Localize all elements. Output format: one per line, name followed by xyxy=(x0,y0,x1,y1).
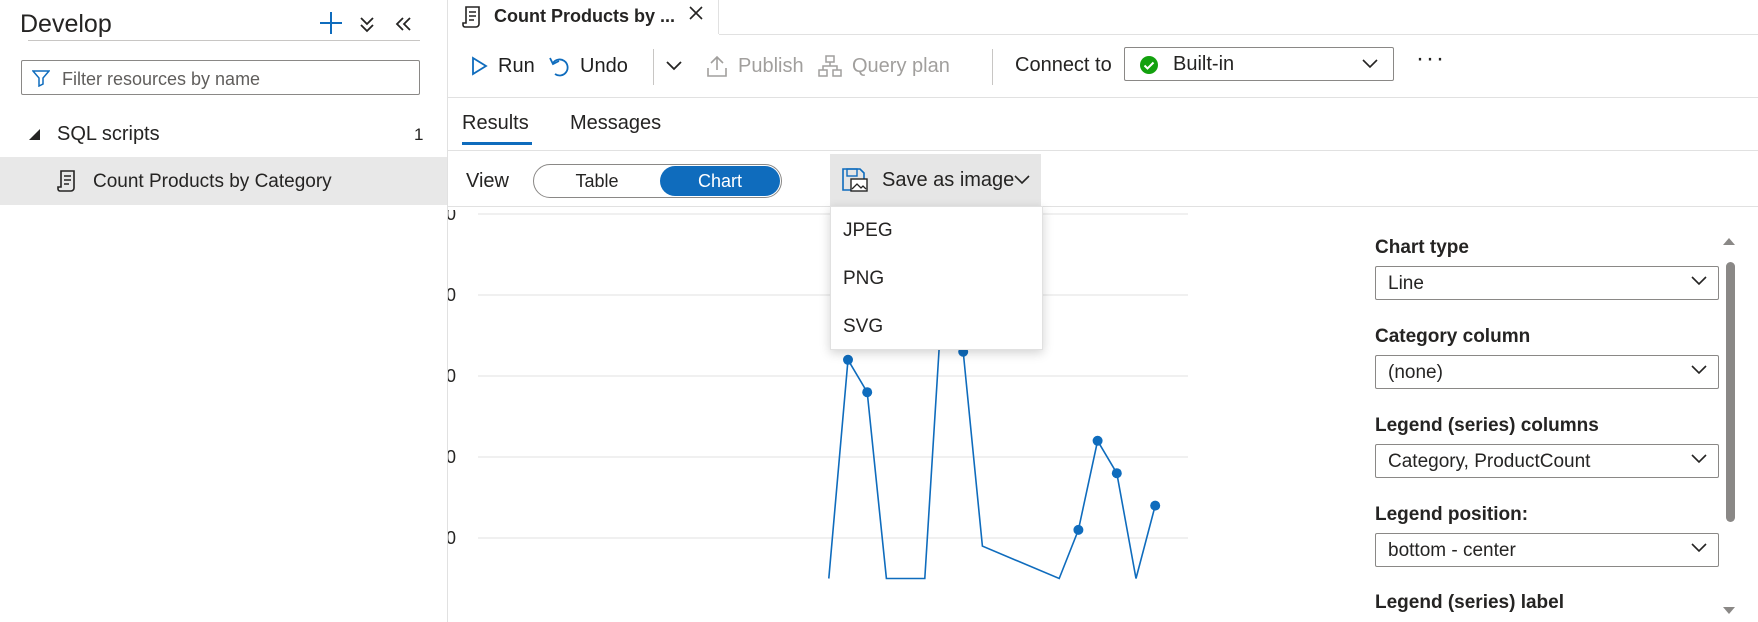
menu-item-jpeg[interactable]: JPEG xyxy=(831,207,1042,255)
y-tick-label: 10 xyxy=(448,528,456,548)
save-image-icon xyxy=(842,168,868,192)
y-tick-label: 40 xyxy=(448,285,456,305)
menu-item-png[interactable]: PNG xyxy=(831,255,1042,303)
chevron-down-icon xyxy=(1013,174,1031,186)
collapse-pane-icon[interactable] xyxy=(393,14,413,34)
legend-columns-select[interactable]: Category, ProductCount xyxy=(1375,444,1719,478)
legend-position-value: bottom - center xyxy=(1388,540,1516,561)
develop-title: Develop xyxy=(20,10,112,38)
legend-position-select[interactable]: bottom - center xyxy=(1375,533,1719,567)
group-divider xyxy=(28,40,420,41)
toolbar-separator xyxy=(992,49,993,85)
category-column-value: (none) xyxy=(1388,362,1443,383)
view-bar-divider xyxy=(448,206,1758,207)
chart-type-select[interactable]: Line xyxy=(1375,266,1719,300)
save-as-image-label: Save as image xyxy=(882,169,1015,191)
chevron-down-icon xyxy=(1690,542,1708,554)
chart-type-label: Chart type xyxy=(1375,237,1469,258)
save-as-image-button[interactable]: Save as image xyxy=(830,154,1041,206)
tab-count-products[interactable]: Count Products by ... xyxy=(448,0,719,34)
y-tick-label: 30 xyxy=(448,366,456,386)
scrollbar-thumb[interactable] xyxy=(1726,262,1735,522)
connection-value: Built-in xyxy=(1173,53,1235,75)
active-tab-indicator xyxy=(462,142,532,145)
sql-scripts-group[interactable]: SQL scripts 1 xyxy=(0,114,447,154)
develop-pane: Develop SQL scripts 1 Count Products by … xyxy=(0,0,448,622)
legend-label-label: Legend (series) label xyxy=(1375,592,1565,613)
undo-label: Undo xyxy=(580,54,628,77)
publish-button[interactable]: Publish xyxy=(706,49,804,83)
chevron-down-icon xyxy=(1361,58,1379,70)
legend-position-label: Legend position: xyxy=(1375,504,1529,525)
scroll-up-icon[interactable] xyxy=(1722,236,1736,246)
filter-resources-input[interactable] xyxy=(60,67,414,91)
filter-box xyxy=(21,60,420,95)
legend-columns-label: Legend (series) columns xyxy=(1375,415,1599,436)
script-item-count-products[interactable]: Count Products by Category xyxy=(0,157,447,205)
undo-dropdown-button[interactable] xyxy=(665,49,683,83)
script-item-label: Count Products by Category xyxy=(93,171,332,192)
chevron-down-icon xyxy=(1690,453,1708,465)
data-point[interactable] xyxy=(862,387,873,398)
tab-title: Count Products by ... xyxy=(494,6,676,26)
view-toggle: Table Chart xyxy=(533,164,782,198)
run-button[interactable]: Run xyxy=(470,49,535,83)
query-plan-icon xyxy=(818,54,842,78)
menu-item-svg[interactable]: SVG xyxy=(831,303,1042,351)
play-icon xyxy=(470,56,488,76)
undo-button[interactable]: Undo xyxy=(548,49,628,83)
results-tabs-divider xyxy=(448,150,1758,151)
save-as-image-menu: JPEG PNG SVG xyxy=(830,206,1043,350)
chart-type-value: Line xyxy=(1388,273,1424,294)
sql-scripts-label: SQL scripts xyxy=(57,123,160,145)
collapse-all-icon[interactable] xyxy=(358,14,376,34)
add-icon[interactable] xyxy=(318,10,344,36)
data-point[interactable] xyxy=(1092,435,1103,446)
tab-results[interactable]: Results xyxy=(462,112,529,135)
connect-to-label: Connect to xyxy=(1015,54,1112,76)
view-label: View xyxy=(466,170,509,192)
chevron-down-icon xyxy=(1690,275,1708,287)
check-circle-icon xyxy=(1139,55,1159,75)
sql-script-icon xyxy=(462,5,484,29)
editor-toolbar: Run Undo Publish Query plan Connect to B… xyxy=(448,35,1758,98)
y-tick-label: 20 xyxy=(448,447,456,467)
query-plan-label: Query plan xyxy=(852,54,950,77)
more-options-button[interactable]: ··· xyxy=(1416,45,1446,73)
filter-icon xyxy=(32,69,50,87)
data-point[interactable] xyxy=(1073,524,1084,535)
chart-view-button[interactable]: Chart xyxy=(660,166,780,196)
y-tick-label: 50 xyxy=(448,210,456,224)
chevron-down-icon xyxy=(665,60,683,72)
close-icon[interactable] xyxy=(688,5,704,21)
data-point[interactable] xyxy=(1150,500,1161,511)
scroll-down-icon[interactable] xyxy=(1722,606,1736,616)
toolbar-separator xyxy=(653,49,654,85)
query-plan-button[interactable]: Query plan xyxy=(818,49,950,83)
data-point[interactable] xyxy=(1111,468,1122,479)
connection-select[interactable]: Built-in xyxy=(1124,47,1394,81)
data-point[interactable] xyxy=(843,354,853,365)
expand-triangle-icon[interactable] xyxy=(28,128,41,141)
sql-script-icon xyxy=(57,169,79,193)
table-view-button[interactable]: Table xyxy=(534,165,660,197)
sql-scripts-count: 1 xyxy=(414,125,424,144)
tab-messages[interactable]: Messages xyxy=(570,112,661,135)
publish-icon xyxy=(706,54,728,78)
chart-settings-panel: Chart type Line Category column (none) L… xyxy=(1370,230,1720,622)
chevron-down-icon xyxy=(1690,364,1708,376)
run-label: Run xyxy=(498,54,535,77)
category-column-select[interactable]: (none) xyxy=(1375,355,1719,389)
category-column-label: Category column xyxy=(1375,326,1531,347)
undo-icon xyxy=(548,55,570,77)
publish-label: Publish xyxy=(738,54,804,77)
legend-columns-value: Category, ProductCount xyxy=(1388,451,1591,472)
